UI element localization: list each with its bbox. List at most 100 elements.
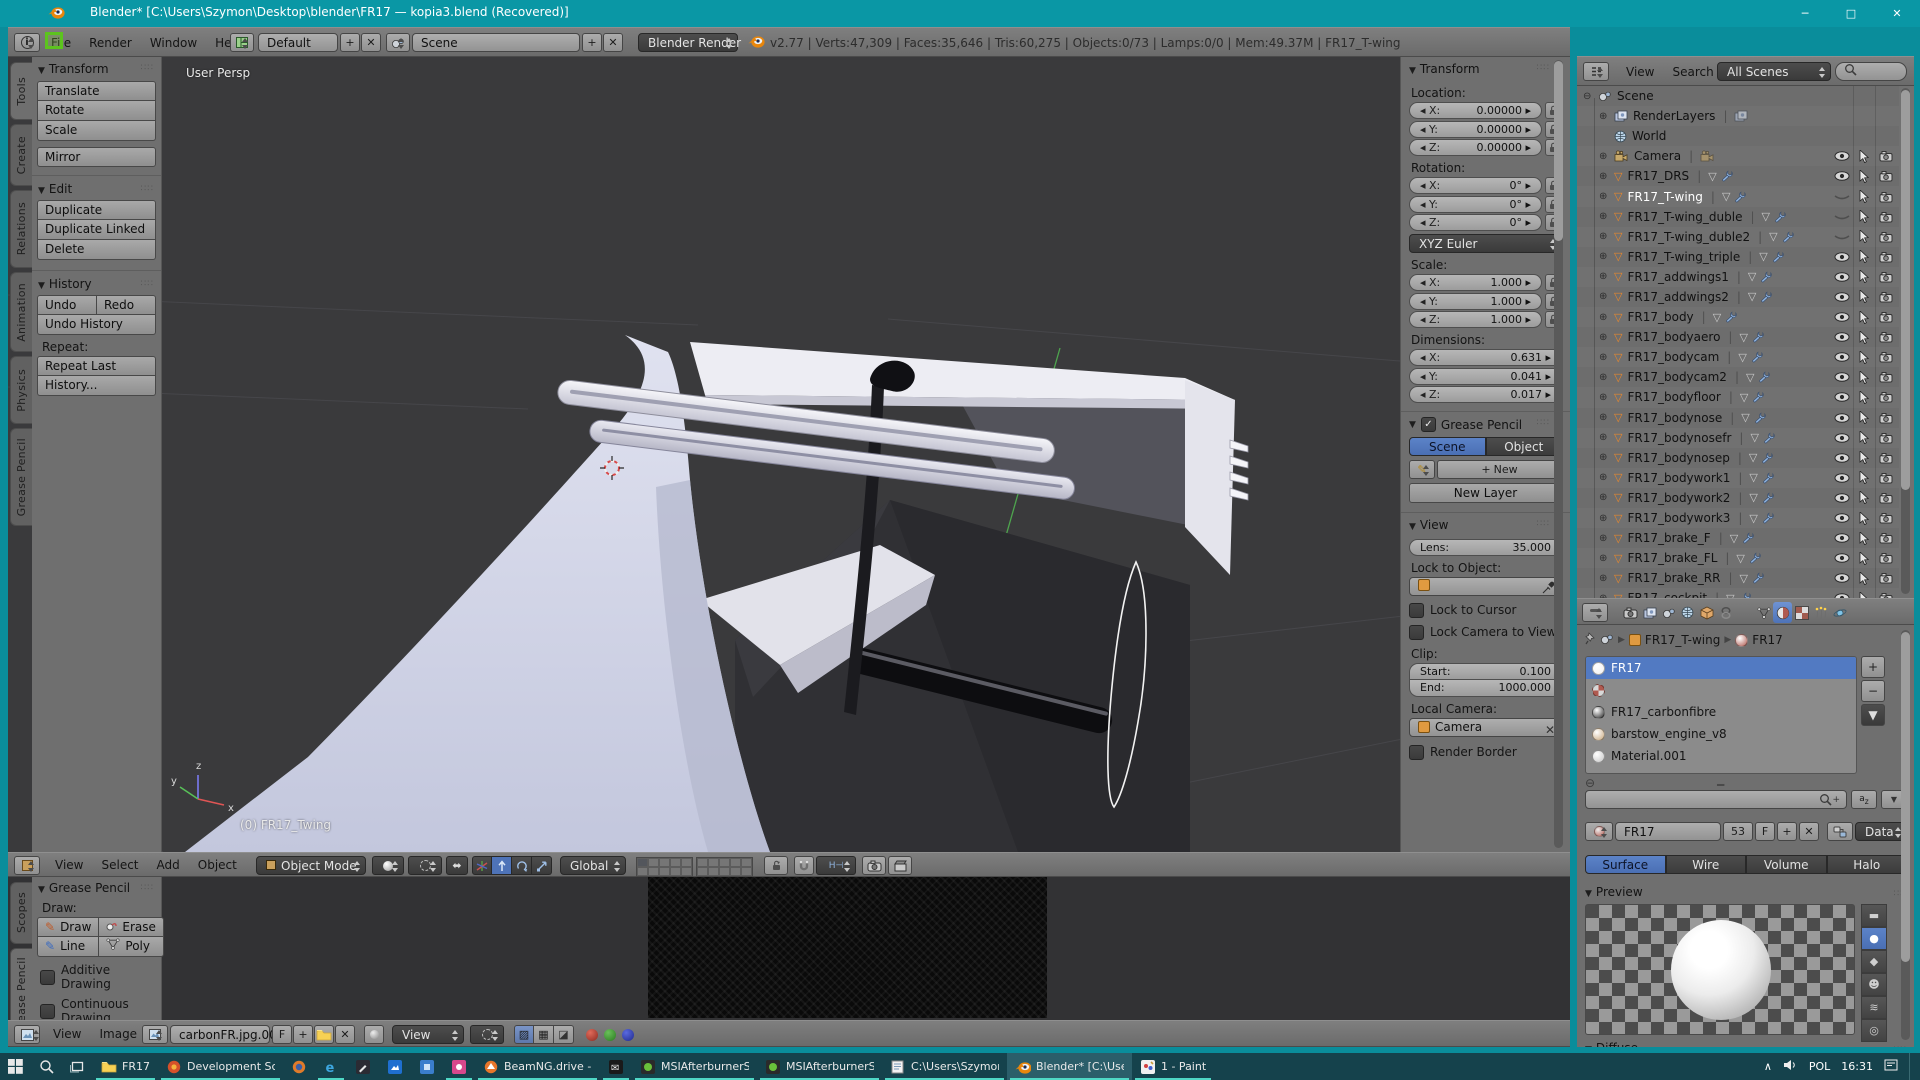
taskbar-app-orange[interactable] bbox=[283, 1053, 315, 1080]
image-new-button[interactable]: + bbox=[293, 1025, 313, 1044]
grease-pencil-checkbox[interactable]: ✓ bbox=[1421, 417, 1436, 432]
manipulator-rotate-icon[interactable] bbox=[512, 856, 532, 875]
eye-open-icon[interactable] bbox=[1831, 453, 1853, 463]
outliner-menu-view[interactable]: View bbox=[1617, 57, 1663, 87]
restrict-render-icon[interactable] bbox=[1875, 512, 1897, 524]
image-tab-scopes[interactable]: Scopes bbox=[10, 882, 32, 944]
restrict-select-icon[interactable] bbox=[1853, 572, 1875, 585]
expander-icon[interactable]: ⊕ bbox=[1599, 492, 1612, 503]
grease-object-toggle[interactable]: Object bbox=[1486, 437, 1563, 456]
eye-open-icon[interactable] bbox=[1831, 151, 1853, 161]
restrict-render-icon[interactable] bbox=[1875, 371, 1897, 383]
restrict-select-icon[interactable] bbox=[1853, 371, 1875, 384]
outliner-row-fr17_t-wing[interactable]: ⊕▽FR17_T-wing|▽ bbox=[1577, 186, 1899, 206]
mode-select[interactable]: Object Mode bbox=[256, 856, 366, 875]
restrict-render-icon[interactable] bbox=[1875, 331, 1897, 343]
expander-icon[interactable]: ⊕ bbox=[1599, 513, 1612, 524]
local-camera-field[interactable]: Camera✕ bbox=[1409, 718, 1562, 737]
additive-drawing-checkbox[interactable]: Additive Drawing bbox=[40, 963, 153, 991]
outliner-row-fr17_addwings1[interactable]: ⊕▽FR17_addwings1|▽ bbox=[1577, 267, 1899, 287]
expander-icon[interactable]: ⊕ bbox=[1599, 191, 1612, 202]
properties-tab-modifiers[interactable] bbox=[1735, 602, 1754, 623]
rotation-mode-select[interactable]: XYZ Euler bbox=[1409, 234, 1562, 253]
eye-open-icon[interactable] bbox=[1831, 272, 1853, 282]
expander-icon[interactable]: ⊕ bbox=[1599, 291, 1612, 302]
slot-collapse-icon[interactable]: ⊖ bbox=[1585, 776, 1595, 790]
properties-tab-constraints[interactable] bbox=[1716, 602, 1735, 623]
transform-panel-header[interactable]: ▼Transform∷∷ bbox=[32, 57, 161, 81]
restrict-select-icon[interactable] bbox=[1853, 431, 1875, 444]
location-x-field[interactable]: ◂ X:0.00000 ▸ bbox=[1409, 102, 1542, 119]
gp-draw-button[interactable]: ✎Draw bbox=[37, 917, 99, 937]
npanel-transform-header[interactable]: ▼Transform∷∷ bbox=[1401, 57, 1570, 81]
image-view-mode-select[interactable]: View bbox=[392, 1025, 464, 1044]
start-button[interactable] bbox=[0, 1053, 31, 1080]
diffuse-panel-header[interactable]: ▼Diffuse∷∷ bbox=[1577, 1039, 1914, 1047]
material-mode-wire[interactable]: Wire bbox=[1666, 855, 1747, 874]
pivot-point-select[interactable] bbox=[408, 856, 442, 875]
node-editor-icon[interactable] bbox=[1827, 822, 1853, 841]
dimension-z-field[interactable]: ◂ Z:0.017 ▸ bbox=[1409, 386, 1562, 403]
material-fake-user-button[interactable]: F bbox=[1755, 822, 1775, 841]
outliner-row-fr17_bodynosep[interactable]: ⊕▽FR17_bodynosep|▽ bbox=[1577, 448, 1899, 468]
taskbar-blender-c-users-sz-[interactable]: Blender* [C:\Users\Sz... bbox=[1007, 1053, 1132, 1080]
outliner-row-fr17_t-wing_triple[interactable]: ⊕▽FR17_T-wing_triple|▽ bbox=[1577, 247, 1899, 267]
tab-create[interactable]: Create bbox=[10, 124, 32, 186]
viewport-shading-select[interactable] bbox=[372, 856, 404, 875]
properties-tab-particles[interactable] bbox=[1811, 602, 1830, 623]
taskbar-app-blue[interactable] bbox=[379, 1053, 411, 1080]
show-desktop-button[interactable] bbox=[1909, 1053, 1914, 1080]
image-fake-user-button[interactable]: F bbox=[272, 1025, 292, 1044]
delete[interactable]: Delete bbox=[37, 240, 156, 260]
dimension-x-field[interactable]: ◂ X:0.631 ▸ bbox=[1409, 349, 1562, 366]
maximize-button[interactable]: □ bbox=[1828, 0, 1874, 27]
translate[interactable]: Translate bbox=[37, 81, 156, 101]
properties-tab-physics[interactable] bbox=[1830, 602, 1849, 623]
layout-add-button[interactable]: + bbox=[340, 33, 360, 52]
rotation-x-field[interactable]: ◂ X:0° ▸ bbox=[1409, 177, 1542, 194]
expander-icon[interactable]: ⊕ bbox=[1599, 553, 1612, 564]
uv-pivot-select[interactable] bbox=[470, 1025, 504, 1044]
restrict-select-icon[interactable] bbox=[1853, 290, 1875, 303]
view3d-editor-type-icon[interactable] bbox=[14, 856, 40, 875]
restrict-select-icon[interactable] bbox=[1853, 170, 1875, 183]
expander-icon[interactable]: ⊕ bbox=[1599, 211, 1612, 222]
restrict-render-icon[interactable] bbox=[1875, 291, 1897, 303]
layers-grid-2[interactable] bbox=[696, 857, 753, 877]
eye-open-icon[interactable] bbox=[1831, 312, 1853, 322]
preview-hair-icon[interactable]: ≋ bbox=[1861, 996, 1887, 1019]
eye-open-icon[interactable] bbox=[1831, 372, 1853, 382]
outliner-row-fr17_brake_fl[interactable]: ⊕▽FR17_brake_FL|▽ bbox=[1577, 548, 1899, 568]
slot-add-button[interactable]: + bbox=[1861, 656, 1885, 678]
tab-tools[interactable]: Tools bbox=[10, 62, 32, 120]
restrict-select-icon[interactable] bbox=[1853, 230, 1875, 243]
expander-icon[interactable]: ⊕ bbox=[1599, 251, 1612, 262]
sort-alpha-icon[interactable]: az bbox=[1851, 790, 1877, 809]
render-engine-select[interactable]: Blender Render bbox=[638, 33, 738, 52]
expander-icon[interactable]: ⊕ bbox=[1599, 312, 1612, 323]
preview-monkey-icon[interactable]: ☻ bbox=[1861, 973, 1887, 996]
restrict-render-icon[interactable] bbox=[1875, 552, 1897, 564]
channel-alpha-icon[interactable]: ◪ bbox=[554, 1025, 574, 1044]
outliner-row-camera[interactable]: ⊕Camera| bbox=[1577, 146, 1899, 166]
restrict-select-icon[interactable] bbox=[1853, 210, 1875, 223]
outliner-row-fr17_bodynosefr[interactable]: ⊕▽FR17_bodynosefr|▽ bbox=[1577, 428, 1899, 448]
npanel-grease-pencil-header[interactable]: ▼✓Grease Pencil∷∷ bbox=[1401, 412, 1570, 437]
taskbar-search-icon[interactable] bbox=[31, 1053, 62, 1080]
outliner-row-world[interactable]: World bbox=[1577, 126, 1899, 146]
window-titlebar[interactable]: Blender* [C:\Users\Szymon\Desktop\blende… bbox=[0, 0, 1920, 27]
scale[interactable]: Scale bbox=[37, 121, 156, 141]
taskbar-1-paint[interactable]: 1 - Paint bbox=[1132, 1053, 1214, 1080]
properties-tab-material[interactable] bbox=[1773, 602, 1792, 623]
image-name-field[interactable]: carbonFR.jpg.001 bbox=[170, 1025, 270, 1044]
restrict-select-icon[interactable] bbox=[1853, 270, 1875, 283]
outliner-row-fr17_bodycam2[interactable]: ⊕▽FR17_bodycam2|▽ bbox=[1577, 367, 1899, 387]
material-slot-FR17[interactable]: FR17 bbox=[1586, 657, 1856, 679]
breadcrumb-object[interactable]: FR17_T-wing bbox=[1645, 633, 1720, 647]
eye-open-icon[interactable] bbox=[1831, 392, 1853, 402]
editor-type-icon[interactable]: i bbox=[14, 33, 40, 52]
properties-tab-render[interactable] bbox=[1621, 602, 1640, 623]
preview-cube-icon[interactable]: ◆ bbox=[1861, 950, 1887, 973]
restrict-select-icon[interactable] bbox=[1853, 391, 1875, 404]
outliner-row-fr17_bodycam[interactable]: ⊕▽FR17_bodycam|▽ bbox=[1577, 347, 1899, 367]
